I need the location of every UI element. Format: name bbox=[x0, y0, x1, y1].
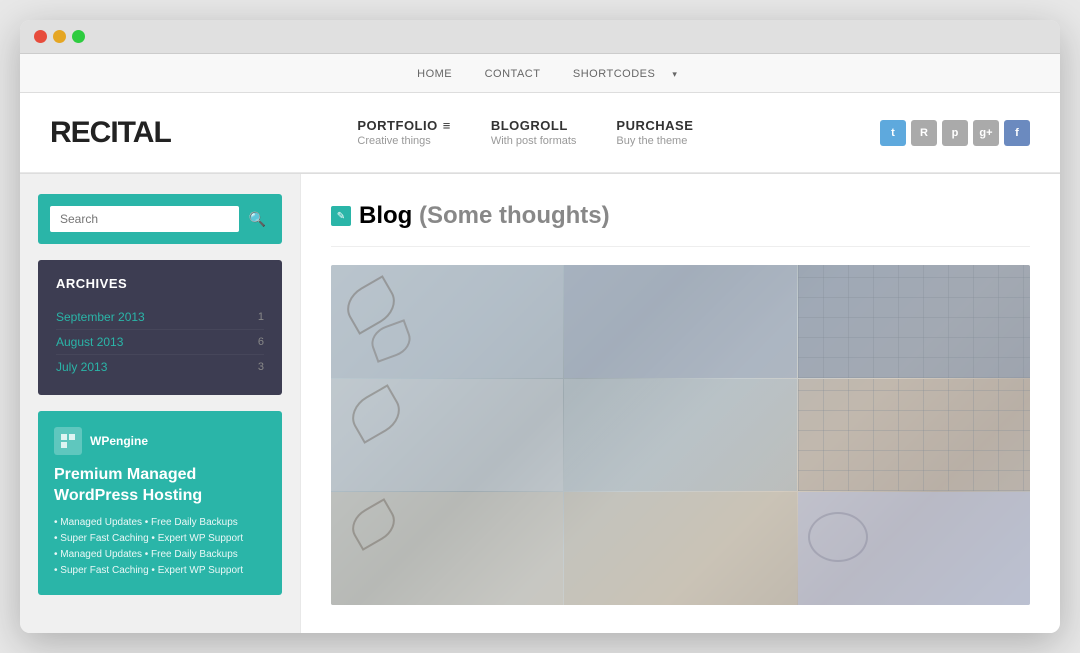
search-input[interactable] bbox=[50, 206, 239, 232]
img-cell-5 bbox=[564, 379, 796, 492]
top-nav-shortcodes[interactable]: SHORTCODES ▾ bbox=[559, 68, 677, 80]
img-cell-8 bbox=[564, 492, 796, 605]
img-cell-6 bbox=[798, 379, 1030, 492]
shortcodes-chevron-icon: ▾ bbox=[672, 69, 677, 80]
search-widget: 🔍 bbox=[38, 194, 282, 244]
close-button[interactable] bbox=[34, 30, 47, 43]
browser-window: HOME CONTACT SHORTCODES ▾ RECITAL PORTFO… bbox=[20, 20, 1060, 633]
img-cell-7 bbox=[331, 492, 563, 605]
rss-icon[interactable]: R bbox=[911, 120, 937, 146]
nav-item-purchase[interactable]: PURCHASE Buy the theme bbox=[616, 118, 693, 147]
nav-blogroll-title: BLOGROLL bbox=[491, 118, 577, 133]
nav-purchase-title: PURCHASE bbox=[616, 118, 693, 133]
site-header: RECITAL PORTFOLIO ≡ Creative things BLOG… bbox=[20, 93, 1060, 173]
img-cell-4 bbox=[331, 379, 563, 492]
wp-logo-icon bbox=[60, 433, 76, 449]
twitter-icon[interactable]: t bbox=[880, 120, 906, 146]
main-nav: PORTFOLIO ≡ Creative things BLOGROLL Wit… bbox=[357, 98, 693, 167]
wpengine-ad[interactable]: WPengine Premium Managed WordPress Hosti… bbox=[38, 411, 282, 595]
main-content: ✎ Blog (Some thoughts) bbox=[300, 174, 1060, 633]
search-button[interactable]: 🔍 bbox=[245, 207, 270, 232]
img-cell-9 bbox=[798, 492, 1030, 605]
blog-title: Blog (Some thoughts) bbox=[359, 202, 610, 230]
archive-item-sep: September 2013 1 bbox=[56, 305, 264, 330]
archive-link-august[interactable]: August 2013 bbox=[56, 335, 123, 349]
site-logo[interactable]: RECITAL bbox=[50, 116, 171, 150]
wp-logo-area: WPengine bbox=[54, 427, 266, 455]
wp-logo-box bbox=[54, 427, 82, 455]
maximize-button[interactable] bbox=[72, 30, 85, 43]
browser-buttons bbox=[34, 30, 1046, 43]
main-layout: 🔍 Archives September 2013 1 August 2013 … bbox=[20, 174, 1060, 633]
browser-chrome bbox=[20, 20, 1060, 54]
top-nav-shortcodes-link[interactable]: SHORTCODES bbox=[573, 68, 655, 80]
ad-headline: Premium Managed WordPress Hosting bbox=[54, 465, 266, 507]
nav-item-blogroll[interactable]: BLOGROLL With post formats bbox=[491, 118, 577, 147]
nav-purchase-subtitle: Buy the theme bbox=[616, 135, 693, 147]
stone-pattern-1 bbox=[798, 265, 1030, 378]
archives-widget: Archives September 2013 1 August 2013 6 … bbox=[38, 260, 282, 395]
nav-portfolio-subtitle: Creative things bbox=[357, 135, 450, 147]
image-pattern bbox=[331, 265, 1030, 605]
archives-title: Archives bbox=[56, 276, 264, 291]
archive-link-september[interactable]: September 2013 bbox=[56, 310, 145, 324]
social-icons: t R p g+ f bbox=[880, 120, 1030, 146]
top-nav-home[interactable]: HOME bbox=[417, 68, 452, 80]
google-plus-icon[interactable]: g+ bbox=[973, 120, 999, 146]
archive-link-july[interactable]: July 2013 bbox=[56, 360, 107, 374]
img-cell-2 bbox=[564, 265, 796, 378]
nav-item-portfolio[interactable]: PORTFOLIO ≡ Creative things bbox=[357, 118, 450, 147]
blog-subtitle: (Some thoughts) bbox=[419, 202, 610, 229]
facebook-icon[interactable]: f bbox=[1004, 120, 1030, 146]
pinterest-icon[interactable]: p bbox=[942, 120, 968, 146]
top-nav: HOME CONTACT SHORTCODES ▾ bbox=[20, 54, 1060, 93]
stone-pattern-2 bbox=[798, 379, 1030, 492]
img-cell-1 bbox=[331, 265, 563, 378]
archive-count-august: 6 bbox=[258, 336, 264, 348]
archive-item-aug: August 2013 6 bbox=[56, 330, 264, 355]
wp-logo-text: WPengine bbox=[90, 434, 148, 448]
ad-features: • Managed Updates • Free Daily Backups •… bbox=[54, 515, 266, 579]
archive-item-jul: July 2013 3 bbox=[56, 355, 264, 379]
nav-blogroll-subtitle: With post formats bbox=[491, 135, 577, 147]
img-cell-3 bbox=[798, 265, 1030, 378]
blog-header: ✎ Blog (Some thoughts) bbox=[331, 202, 1030, 247]
minimize-button[interactable] bbox=[53, 30, 66, 43]
blog-edit-icon: ✎ bbox=[331, 206, 351, 226]
nav-portfolio-title: PORTFOLIO ≡ bbox=[357, 118, 450, 133]
portfolio-menu-icon: ≡ bbox=[443, 118, 451, 133]
top-nav-contact[interactable]: CONTACT bbox=[485, 68, 541, 80]
sidebar: 🔍 Archives September 2013 1 August 2013 … bbox=[20, 174, 300, 633]
archive-count-september: 1 bbox=[258, 311, 264, 323]
featured-image bbox=[331, 265, 1030, 605]
archive-count-july: 3 bbox=[258, 361, 264, 373]
